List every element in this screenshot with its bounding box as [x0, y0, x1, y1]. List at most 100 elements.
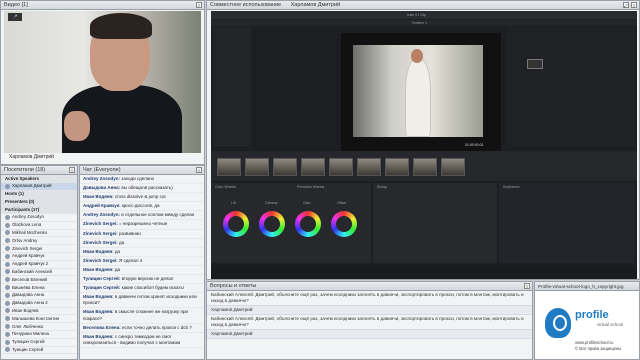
video-pod-title: Видео [1] ≡	[1, 1, 204, 10]
clip-thumb[interactable]	[245, 158, 269, 176]
clip-thumb[interactable]	[413, 158, 437, 176]
attendee-row[interactable]: Иван Водяев	[1, 308, 77, 316]
attendee-row[interactable]: Glazkova Lena	[1, 222, 77, 230]
chat-pod-title: Чат (Everyone) ≡	[80, 166, 204, 175]
chat-sender: Иван Водяев:	[83, 294, 114, 300]
chat-sender: Давыдова Анна:	[83, 185, 121, 191]
attendee-name: Mikhail Mozhenko	[12, 230, 48, 236]
clip-thumb[interactable]	[385, 158, 409, 176]
chat-sender: Zinevich Sergei:	[83, 221, 118, 227]
clip-thumb[interactable]	[273, 158, 297, 176]
attendee-row[interactable]: Пичурина Милена	[1, 331, 77, 339]
attendee-name: Тулицин Сергей	[12, 339, 45, 345]
attendee-name: Олег Любченко	[12, 323, 44, 329]
gamma-wheel[interactable]	[259, 211, 285, 237]
fullscreen-icon[interactable]: ⤢	[623, 2, 629, 8]
attendee-row[interactable]: Давыдова Анна	[1, 292, 77, 300]
attendee-row[interactable]: Andrey Zosodyn	[1, 214, 77, 222]
pod-menu-icon[interactable]: ≡	[524, 283, 530, 289]
pod-menu-icon[interactable]: ≡	[196, 167, 202, 173]
user-icon	[5, 324, 10, 330]
attendee-row[interactable]: Харламов Дмитрий	[1, 182, 77, 191]
wheel-label: Gain	[303, 201, 311, 205]
chat-message: Andrey Zosodyn: и отдельное хоплом между…	[80, 211, 204, 221]
gain-wheel[interactable]	[295, 211, 321, 237]
speaker-hand	[64, 111, 90, 141]
chat-title: Чат	[83, 167, 93, 173]
user-icon	[5, 339, 10, 345]
clip-thumb[interactable]	[329, 158, 353, 176]
chat-sender: Тулицин Сергей:	[83, 276, 121, 282]
wheel-label: Offset	[337, 201, 347, 205]
chat-message: Иван Водяев: да	[80, 248, 204, 257]
pod-menu-icon[interactable]: ≡	[631, 2, 637, 8]
attendee-group[interactable]: Active Speakers	[1, 175, 77, 183]
attendee-group[interactable]: Presenters (0)	[1, 198, 77, 207]
pod-menu-icon[interactable]: ≡	[69, 167, 75, 173]
attendee-row[interactable]: Андрей Кравчук	[1, 253, 77, 261]
attendee-row[interactable]: Zinevich Sergei	[1, 245, 77, 253]
attendee-row[interactable]: Олег Любченко	[1, 323, 77, 331]
attendee-row[interactable]: Mikhail Mozhenko	[1, 230, 77, 238]
attendees-pod-title: Посетители (18) ≡	[1, 166, 77, 175]
microphone-icon[interactable]: 🎤	[8, 13, 22, 21]
attendee-row[interactable]: Тулицин Сергей	[1, 339, 77, 347]
brand-site: www.profileschool.ru	[575, 340, 614, 345]
attendee-group[interactable]: Hosts (1)	[1, 190, 77, 199]
qa-item[interactable]: Харламов Дмитрий:	[207, 306, 532, 315]
chat-message: Давыдова Анна: вы обещали рассказать)	[80, 184, 204, 194]
clip-thumb[interactable]	[301, 158, 325, 176]
attendee-row[interactable]: Туищин Сергей	[1, 347, 77, 355]
panel-label: Keyframes	[503, 185, 520, 189]
attendee-name: Иван Водяев	[12, 308, 39, 314]
timeline-name: Timeline 1	[411, 21, 428, 25]
chat-sender: Тулицин Сергей:	[83, 285, 121, 291]
clip-thumb[interactable]	[217, 158, 241, 176]
attendee-row[interactable]: Давыдова Анна 2	[1, 300, 77, 308]
attendee-name: Андрей Кравчук	[12, 253, 45, 259]
chat-message: Иван Водяев: в давинчи потом хранят исхо…	[80, 293, 204, 309]
chat-messages: Andrey Zosodyn: заходи сделано Давыдова А…	[80, 175, 204, 348]
qa-title: Вопросы и ответы	[210, 283, 257, 289]
clip-name: Kate 01 Clip	[407, 13, 427, 17]
user-icon	[5, 183, 10, 189]
file-pod: Profile-virtual-school-logo_h_copyright.…	[534, 281, 640, 360]
node-1[interactable]	[527, 59, 543, 69]
user-icon	[5, 269, 10, 275]
lift-wheel[interactable]	[223, 211, 249, 237]
clip-thumb[interactable]	[357, 158, 381, 176]
qa-item[interactable]: Бабинский Алексей: Дмитрий, объясните ещ…	[207, 315, 532, 330]
attendee-row[interactable]: Веселов Евгений	[1, 276, 77, 285]
chat-sender: Zinevich Sergei:	[83, 230, 118, 236]
chat-sender: Zinevich Sergei:	[83, 239, 118, 245]
attendee-name: Туищин Сергей	[12, 347, 44, 353]
share-title: Совместное использование	[210, 2, 282, 8]
share-presenter: Харламов Дмитрий	[290, 2, 341, 8]
clip-thumb[interactable]	[441, 158, 465, 176]
attendee-name: Андрей Кравчук 2	[12, 261, 49, 267]
attendee-row[interactable]: Андрей Кравчук 2	[1, 261, 77, 269]
user-icon	[5, 285, 10, 291]
attendee-row[interactable]: Малышева Константин	[1, 315, 77, 324]
attendee-name: Давыдова Анна	[12, 292, 45, 298]
attendee-row[interactable]: Вишнёва Елена	[1, 284, 77, 292]
qa-item[interactable]: Бабинский Алексей: Дмитрий, объясните ещ…	[207, 291, 532, 306]
user-icon	[5, 308, 10, 314]
attendee-name: Glazkova Lena	[12, 222, 42, 228]
attendee-row[interactable]: Бабинский Алексей	[1, 269, 77, 277]
page-bar	[211, 267, 637, 279]
offset-wheel[interactable]	[331, 211, 357, 237]
chat-pod: Чат (Everyone) ≡ Andrey Zosodyn: заходи …	[79, 165, 205, 360]
attendee-row[interactable]: Orlov Andrey	[1, 237, 77, 246]
pod-menu-icon[interactable]: ≡	[196, 2, 202, 8]
attendee-group[interactable]: Participants (17)	[1, 206, 77, 214]
video-pod: Видео [1] ≡ 🎤 Харламов Дмитрий	[0, 0, 205, 165]
chat-text: если точно делать прокси с dcb ?	[122, 324, 192, 330]
webcam-name: Харламов Дмитрий	[9, 154, 54, 160]
user-icon	[5, 316, 10, 322]
wheel-label: Gamma	[265, 201, 278, 205]
chat-sender: Zinevich Sergei:	[83, 257, 118, 263]
gallery-panel	[213, 27, 251, 147]
chat-message: Иван Водяев: cross dissolve & jump cut	[80, 193, 204, 203]
qa-item[interactable]: Харламов Дмитрий:	[207, 330, 532, 339]
